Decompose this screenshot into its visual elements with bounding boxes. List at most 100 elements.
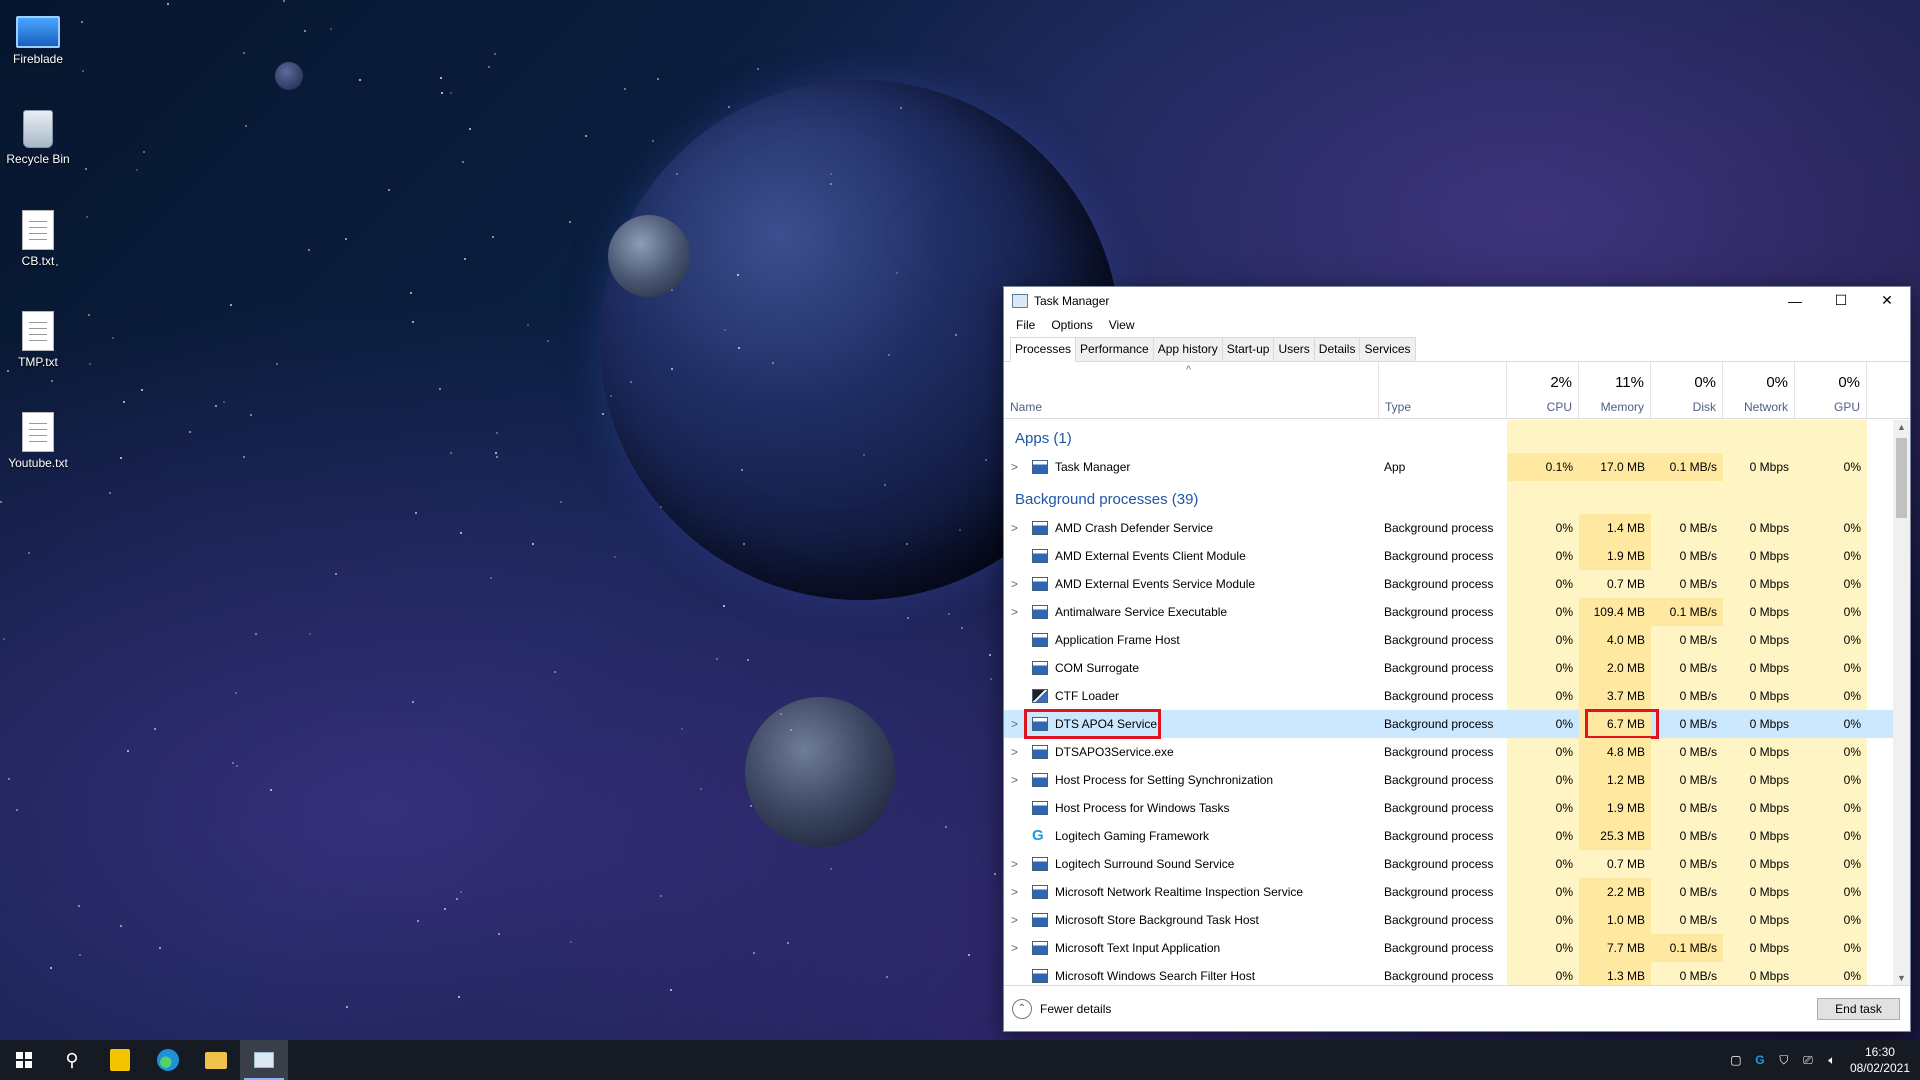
menu-view[interactable]: View	[1101, 318, 1143, 332]
expand-chevron-icon[interactable]: >	[1011, 598, 1023, 626]
process-network: 0 Mbps	[1749, 913, 1789, 927]
expand-chevron-icon[interactable]: >	[1011, 710, 1023, 738]
expand-chevron-icon[interactable]: >	[1011, 453, 1023, 481]
column-header-gpu[interactable]: 0% GPU	[1795, 362, 1867, 418]
expand-chevron-icon[interactable]: >	[1011, 934, 1023, 962]
expand-chevron-icon[interactable]	[1011, 822, 1023, 850]
process-row-selected[interactable]: > DTS APO4 Service Background process 0% 6.7…	[1004, 709, 1893, 739]
expand-chevron-icon[interactable]	[1011, 682, 1023, 710]
process-memory: 7.7 MB	[1579, 934, 1651, 962]
column-header-type[interactable]: Type	[1379, 362, 1507, 418]
network-icon[interactable]: ⎚	[1796, 1053, 1820, 1068]
taskbar-app-task-manager[interactable]	[240, 1040, 288, 1080]
start-button[interactable]	[0, 1040, 48, 1080]
taskbar-app-player[interactable]	[96, 1040, 144, 1080]
desktop-icon-cb-txt[interactable]: CB.txt	[2, 210, 74, 268]
column-header-name[interactable]: ^ Name	[1004, 362, 1379, 418]
process-cpu: 0%	[1555, 745, 1573, 759]
process-row[interactable]: > DTSAPO3Service.exe Background process 0% 4…	[1004, 738, 1893, 766]
expand-chevron-icon[interactable]: >	[1011, 570, 1023, 598]
tab-performance[interactable]: Performance	[1075, 337, 1154, 361]
process-row[interactable]: > Microsoft Network Realtime Inspection S…	[1004, 878, 1893, 906]
process-row[interactable]: Application Frame Host Background process…	[1004, 626, 1893, 654]
column-header-memory[interactable]: 11% Memory	[1579, 362, 1651, 418]
desktop-icon-tmp-txt[interactable]: TMP.txt	[2, 311, 74, 369]
star	[159, 947, 161, 949]
tab-startup[interactable]: Start-up	[1221, 337, 1275, 361]
process-name: AMD Crash Defender Service	[1055, 521, 1214, 535]
tab-details[interactable]: Details	[1313, 337, 1361, 361]
clock[interactable]: 16:30 08/02/2021	[1844, 1044, 1920, 1076]
menu-file[interactable]: File	[1008, 318, 1043, 332]
column-label: Disk	[1692, 400, 1716, 414]
process-row[interactable]: CTF Loader Background process 0% 3.7 MB 0 MB…	[1004, 682, 1893, 710]
column-header-cpu[interactable]: 2% CPU	[1507, 362, 1579, 418]
process-type: Background process	[1384, 969, 1494, 983]
expand-chevron-icon[interactable]	[1011, 626, 1023, 654]
desktop-icon-fireblade[interactable]: Fireblade	[2, 10, 74, 66]
process-row[interactable]: > Task Manager App 0.1% 17.0 MB 0.1 MB/s 0 Mbp…	[1004, 453, 1893, 481]
column-header-disk[interactable]: 0% Disk	[1651, 362, 1723, 418]
title-bar[interactable]: Task Manager — ☐ ✕	[1004, 287, 1910, 314]
expand-chevron-icon[interactable]: >	[1011, 906, 1023, 934]
expand-chevron-icon[interactable]: >	[1011, 766, 1023, 794]
process-gpu: 0%	[1843, 829, 1861, 843]
maximize-button[interactable]: ☐	[1818, 287, 1864, 314]
process-row[interactable]: > AMD Crash Defender Service Background pr…	[1004, 514, 1893, 542]
scroll-down-icon[interactable]: ▼	[1893, 973, 1910, 983]
star	[959, 529, 961, 531]
process-row[interactable]: G Logitech Gaming Framework Background pro…	[1004, 822, 1893, 850]
minimize-button[interactable]: —	[1772, 287, 1818, 314]
expand-chevron-icon[interactable]: >	[1011, 878, 1023, 906]
process-row[interactable]: Host Process for Windows Tasks Background…	[1004, 794, 1893, 822]
tab-users[interactable]: Users	[1273, 337, 1315, 361]
process-name: DTSAPO3Service.exe	[1055, 745, 1174, 759]
expand-chevron-icon[interactable]	[1011, 962, 1023, 985]
taskbar-app-edge[interactable]	[144, 1040, 192, 1080]
process-gpu: 0%	[1843, 689, 1861, 703]
scrollbar-thumb[interactable]	[1896, 438, 1907, 518]
process-row[interactable]: > Host Process for Setting Synchronizatio…	[1004, 766, 1893, 794]
tab-services[interactable]: Services	[1359, 337, 1416, 361]
volume-icon[interactable]: 🔈︎	[1820, 1053, 1844, 1068]
expand-chevron-icon[interactable]: >	[1011, 514, 1023, 542]
process-row[interactable]: Microsoft Windows Search Filter Host Back…	[1004, 962, 1893, 985]
desktop-icon-recycle-bin[interactable]: Recycle Bin	[2, 110, 74, 166]
star	[495, 452, 497, 454]
expand-chevron-icon[interactable]: >	[1011, 738, 1023, 766]
column-header-network[interactable]: 0% Network	[1723, 362, 1795, 418]
end-task-button[interactable]: End task	[1817, 998, 1900, 1020]
scroll-up-icon[interactable]: ▲	[1893, 422, 1910, 432]
process-row[interactable]: > Microsoft Store Background Task Host Bac…	[1004, 906, 1893, 934]
notification-square-icon[interactable]: ▢	[1724, 1053, 1748, 1067]
process-row[interactable]: > Logitech Surround Sound Service Backgrou…	[1004, 850, 1893, 878]
process-cpu: 0%	[1555, 857, 1573, 871]
menu-options[interactable]: Options	[1043, 318, 1100, 332]
process-gpu: 0%	[1843, 745, 1861, 759]
close-button[interactable]: ✕	[1864, 287, 1910, 314]
star	[630, 381, 632, 383]
search-button[interactable]: ⚲	[48, 1040, 96, 1080]
process-row[interactable]: > AMD External Events Service Module Backg…	[1004, 570, 1893, 598]
process-disk: 0 MB/s	[1679, 857, 1717, 871]
process-row[interactable]: > Microsoft Text Input Application Backgro…	[1004, 934, 1893, 962]
vertical-scrollbar[interactable]: ▲ ▼	[1893, 420, 1910, 985]
tab-app-history[interactable]: App history	[1152, 337, 1223, 361]
tab-processes[interactable]: Processes	[1010, 337, 1077, 362]
process-row[interactable]: > Antimalware Service Executable Backgroun…	[1004, 598, 1893, 626]
star	[554, 671, 556, 673]
logitech-icon[interactable]: G	[1748, 1053, 1772, 1067]
fewer-details-button[interactable]: ⌃ Fewer details	[1012, 998, 1111, 1019]
process-row[interactable]: COM Surrogate Background process 0% 2.0 MB 0…	[1004, 654, 1893, 682]
process-disk: 0.1 MB/s	[1651, 453, 1723, 481]
process-row[interactable]: AMD External Events Client Module Backgro…	[1004, 542, 1893, 570]
task-manager-window: Task Manager — ☐ ✕ File Options View Pro…	[1003, 286, 1911, 1032]
star	[412, 701, 414, 703]
expand-chevron-icon[interactable]: >	[1011, 850, 1023, 878]
taskbar-app-file-explorer[interactable]	[192, 1040, 240, 1080]
expand-chevron-icon[interactable]	[1011, 542, 1023, 570]
expand-chevron-icon[interactable]	[1011, 654, 1023, 682]
expand-chevron-icon[interactable]	[1011, 794, 1023, 822]
desktop-icon-youtube-txt[interactable]: Youtube.txt	[2, 412, 74, 470]
security-shield-icon[interactable]: ⛉	[1772, 1053, 1796, 1068]
